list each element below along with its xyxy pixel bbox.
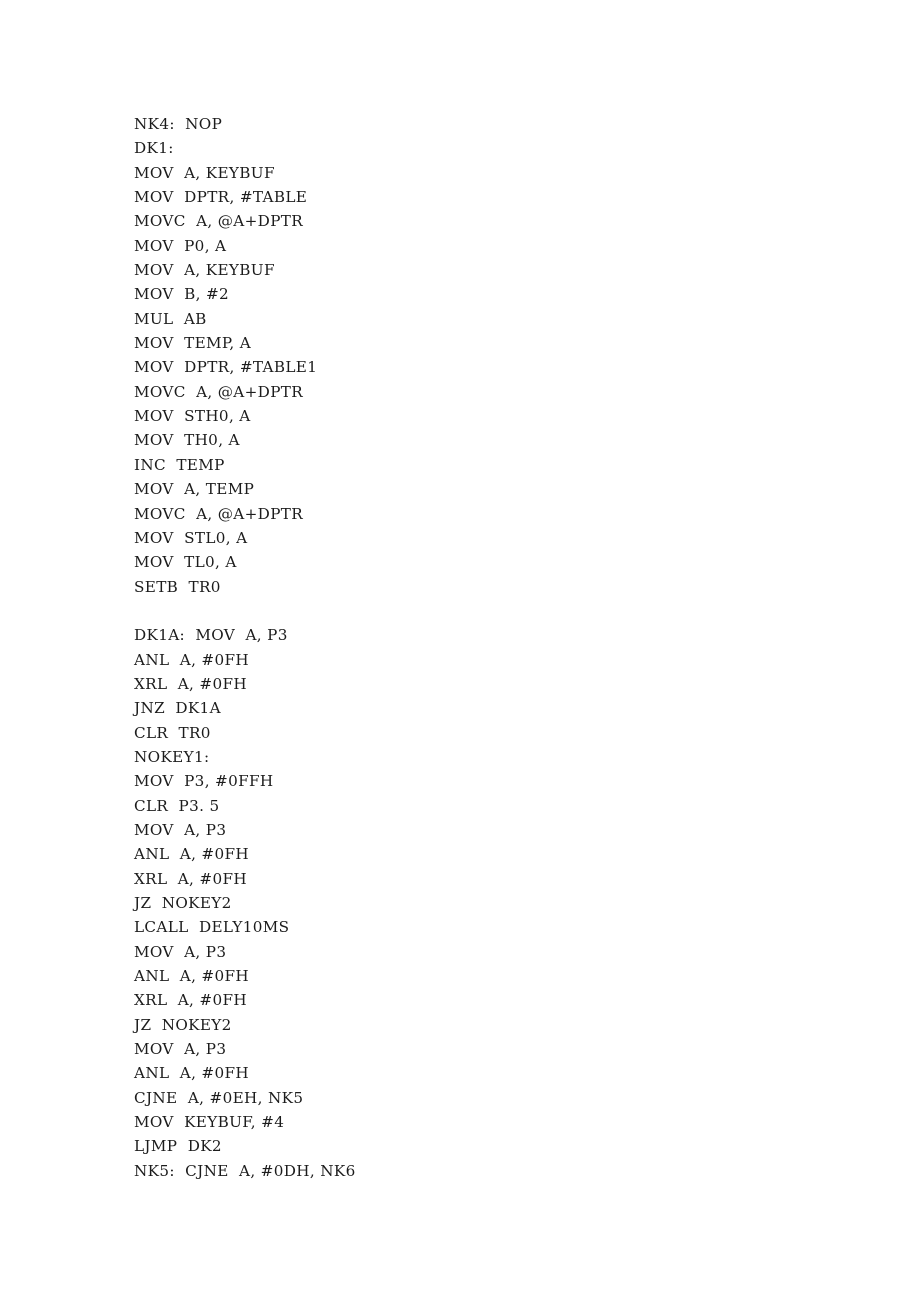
code-line: MOV DPTR, #TABLE1 [134,358,318,377]
code-line: MOV TH0, A [134,431,240,450]
code-line: MOV A, P3 [134,942,227,961]
code-line: CLR TR0 [134,723,211,742]
code-line: CJNE A, #0EH, NK5 [134,1088,304,1107]
code-line: JZ NOKEY2 [134,1015,232,1034]
code-line: NOKEY1: [134,747,210,766]
code-line: MOV TEMP, A [134,334,252,353]
code-line: MOV TL0, A [134,553,237,572]
code-line: MUL AB [134,309,207,328]
code-line: ANL A, #0FH [134,845,249,864]
code-line: MOV DPTR, #TABLE [134,188,308,207]
code-line: MOV STH0, A [134,407,251,426]
code-line: MOV A, P3 [134,1040,227,1059]
code-line: MOV STL0, A [134,528,248,547]
code-line: ANL A, #0FH [134,650,249,669]
code-line: MOVC A, @A+DPTR [134,382,304,401]
code-line: SETB TR0 [134,577,221,596]
code-line: LJMP DK2 [134,1137,222,1156]
code-line: INC TEMP [134,455,225,474]
code-line: MOV A, TEMP [134,480,255,499]
code-line: XRL A, #0FH [134,674,247,693]
code-line: NK4: NOP [134,115,223,133]
code-line: MOV A, P3 [134,820,227,839]
code-line: XRL A, #0FH [134,991,247,1010]
code-line: DK1: [134,139,174,158]
code-line: MOV P0, A [134,236,227,255]
code-line: MOVC A, @A+DPTR [134,212,304,231]
code-line: MOV B, #2 [134,285,230,304]
code-line: JNZ DK1A [134,699,221,718]
document-page: NK4: NOP DK1: MOV A, KEYBUF MOV DPTR, #TABL… [0,0,920,1302]
code-line: ANL A, #0FH [134,1064,249,1083]
assembly-code-listing: NK4: NOP DK1: MOV A, KEYBUF MOV DPTR, #TABL… [134,112,834,1183]
code-line: CLR P3. 5 [134,796,220,815]
code-line: LCALL DELY10MS [134,918,290,937]
code-line: MOV A, KEYBUF [134,163,275,182]
code-line: MOV P3, #0FFH [134,772,274,791]
code-line: DK1A: MOV A, P3 [134,626,288,645]
code-line: MOV KEYBUF, #4 [134,1113,285,1132]
code-line: XRL A, #0FH [134,869,247,888]
code-line: MOV A, KEYBUF [134,261,275,280]
code-line: MOVC A, @A+DPTR [134,504,304,523]
code-line: JZ NOKEY2 [134,894,232,912]
code-line: NK5: CJNE A, #0DH, NK6 [134,1161,356,1180]
code-line: ANL A, #0FH [134,967,249,986]
